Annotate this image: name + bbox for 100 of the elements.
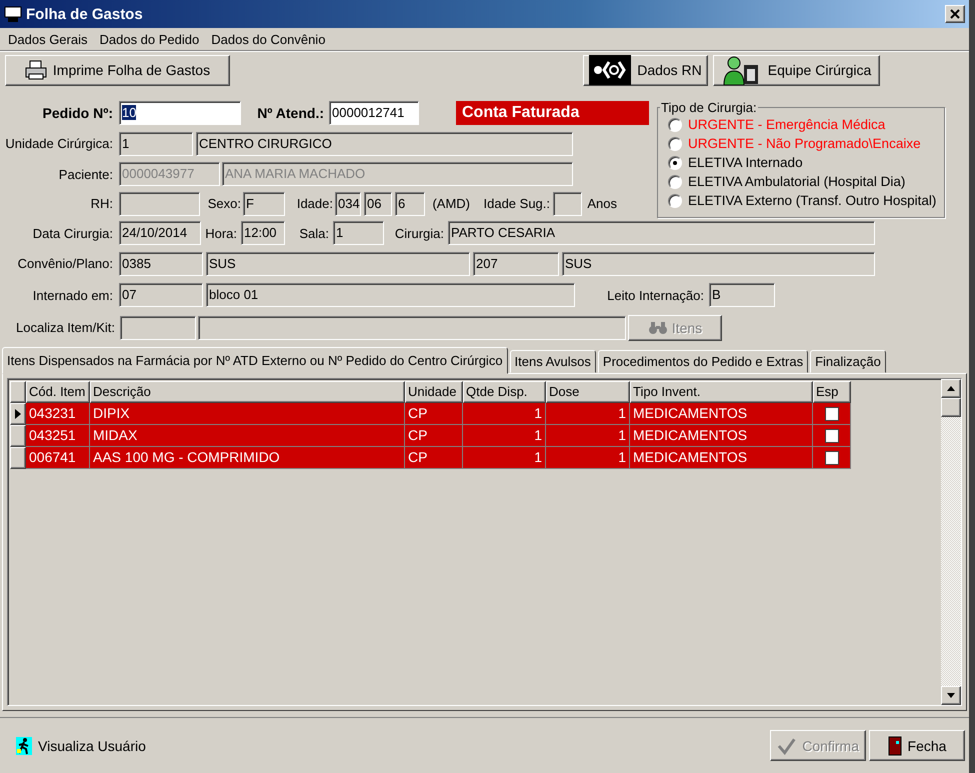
input-field[interactable] — [198, 316, 626, 340]
table-cell: 1 — [546, 447, 630, 469]
input-field[interactable]: B — [709, 283, 775, 307]
input-field[interactable]: 207 — [473, 252, 559, 276]
radio-option[interactable]: ELETIVA Externo (Transf. Outro Hospital) — [668, 191, 944, 210]
input-field[interactable]: 24/10/2014 — [119, 221, 201, 245]
input-field[interactable] — [119, 192, 200, 216]
scroll-thumb[interactable] — [941, 398, 961, 417]
radio-button[interactable] — [668, 194, 682, 208]
input-field[interactable]: 1 — [333, 221, 384, 245]
field-label: Anos — [586, 196, 618, 211]
table-cell: 006741 — [26, 447, 90, 469]
input-field[interactable]: 06 — [364, 192, 392, 216]
menu-item[interactable]: Dados Gerais — [2, 32, 94, 46]
input-field[interactable]: PARTO CESARIA — [448, 221, 875, 245]
checkbox[interactable] — [824, 428, 838, 442]
view-user-link[interactable]: Visualiza Usuário — [16, 736, 767, 754]
input-field[interactable] — [120, 316, 196, 340]
radio-label: ELETIVA Externo (Transf. Outro Hospital) — [688, 193, 936, 208]
close-window-button[interactable]: Fecha — [869, 730, 965, 761]
radio-label: ELETIVA Internado — [688, 155, 803, 170]
field-label: Cirurgia: — [394, 226, 445, 240]
column-header[interactable]: Unidade — [405, 381, 463, 403]
field-label: Unidade Cirúrgica: — [4, 136, 114, 151]
input-field[interactable]: 034 — [335, 192, 361, 216]
tab[interactable]: Procedimentos do Pedido e Extras — [598, 350, 808, 373]
radio-button[interactable] — [668, 174, 682, 188]
menu-item[interactable]: Dados do Convênio — [205, 32, 332, 46]
input-field[interactable]: 12:00 — [241, 221, 285, 245]
radio-button[interactable] — [668, 118, 682, 132]
field-label: Sexo: — [206, 196, 242, 211]
binoculars-icon — [648, 320, 668, 334]
column-header[interactable]: Dose — [546, 381, 630, 403]
close-icon — [950, 9, 960, 19]
field-label: Idade Sug.: — [482, 196, 551, 211]
field-label: Nº Atend.: — [256, 105, 325, 121]
radio-button[interactable] — [668, 156, 682, 170]
field-label: Hora: — [204, 226, 238, 240]
toolbar-button[interactable]: Imprime Folha de Gastos — [5, 54, 230, 86]
table-cell: 1 — [546, 403, 630, 425]
input-field[interactable]: SUS — [562, 252, 875, 276]
input-field[interactable]: CENTRO CIRURGICO — [196, 132, 573, 156]
table-cell: CP — [405, 425, 463, 447]
field-label: Convênio/Plano: — [16, 256, 114, 271]
window-title: Folha de Gastos — [26, 6, 144, 22]
scrollbar[interactable] — [941, 379, 961, 705]
field-label: RH: — [90, 196, 114, 211]
radio-button[interactable] — [668, 136, 682, 150]
column-header[interactable]: Qtde Disp. — [463, 381, 546, 403]
printer-icon — [24, 60, 47, 80]
field-label: Leito Internação: — [606, 288, 705, 302]
checkbox[interactable] — [824, 406, 838, 420]
status-banner: Conta Faturada — [456, 101, 649, 125]
input-field[interactable]: 6 — [395, 192, 425, 216]
table-cell: MEDICAMENTOS — [630, 403, 813, 425]
scroll-down-icon — [947, 693, 955, 698]
tab[interactable]: Finalização — [810, 350, 886, 373]
column-header[interactable]: Cód. Item — [26, 381, 90, 403]
tab[interactable]: Itens Dispensados na Farmácia por Nº ATD Externo ou Nº Pedido do Centro Cirúrgico — [2, 347, 508, 374]
app-icon — [4, 5, 22, 23]
input-field[interactable]: 0000012741 — [329, 101, 419, 125]
table-cell: 1 — [463, 425, 546, 447]
input-field[interactable]: 07 — [119, 283, 203, 307]
table-cell: MEDICAMENTOS — [630, 425, 813, 447]
radio-label: URGENTE - Emergência Médica — [688, 117, 886, 132]
close-button[interactable] — [945, 5, 965, 23]
table-cell: 043231 — [26, 403, 90, 425]
running-figure-icon — [16, 736, 32, 754]
radio-label: ELETIVA Ambulatorial (Hospital Dia) — [688, 174, 906, 189]
input-field[interactable]: SUS — [206, 252, 470, 276]
input-field[interactable]: 1 — [119, 132, 193, 156]
table-cell: DIPIX — [90, 403, 405, 425]
input-field[interactable] — [553, 192, 582, 216]
radio-option[interactable]: ELETIVA Ambulatorial (Hospital Dia) — [668, 172, 944, 191]
radio-option[interactable]: ELETIVA Internado — [668, 153, 944, 172]
baby-icon — [589, 55, 632, 85]
field-label: Localiza Item/Kit: — [15, 320, 116, 335]
field-label: Paciente: — [58, 166, 114, 182]
field-label: Pedido Nº: — [42, 105, 114, 121]
table-cell: MEDICAMENTOS — [630, 447, 813, 469]
table-cell: CP — [405, 403, 463, 425]
checkbox[interactable] — [824, 450, 838, 464]
radio-label: URGENTE - Não Programado\Encaixe — [688, 136, 921, 151]
field-label: Idade: — [296, 196, 334, 211]
menu-item[interactable]: Dados do Pedido — [93, 32, 206, 46]
column-header[interactable]: Tipo Invent. — [630, 381, 813, 403]
table-cell: MIDAX — [90, 425, 405, 447]
input-field[interactable]: 0385 — [119, 252, 203, 276]
field-label: Data Cirurgia: — [32, 226, 114, 240]
table-cell: 1 — [463, 447, 546, 469]
toolbar-button[interactable]: Dados RN — [583, 54, 708, 86]
toolbar-button[interactable]: Equipe Cirúrgica — [713, 54, 880, 86]
door-icon — [888, 736, 902, 756]
column-header[interactable]: Esp — [813, 381, 851, 403]
input-field[interactable]: F — [243, 192, 285, 216]
input-field[interactable]: 10 — [119, 101, 241, 125]
tab[interactable]: Itens Avulsos — [510, 350, 596, 373]
table-cell: CP — [405, 447, 463, 469]
column-header[interactable]: Descrição — [90, 381, 405, 403]
input-field[interactable]: bloco 01 — [206, 283, 575, 307]
